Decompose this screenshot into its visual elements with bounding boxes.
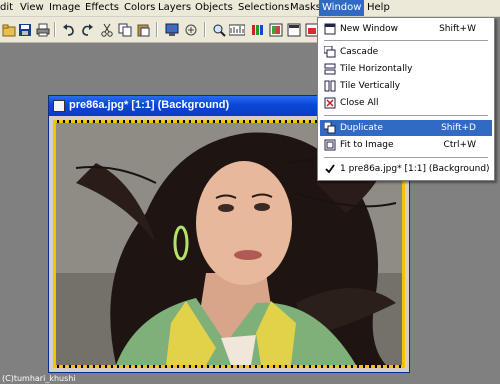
tile-horizontal-icon: [324, 63, 336, 75]
menu-item-label: Cascade: [340, 47, 379, 57]
menu-bar: dit View Image Effects Colors Layers Obj…: [0, 0, 500, 17]
print-icon[interactable]: [34, 21, 51, 38]
window-title: pre86a.jpg* [1:1] (Background): [69, 99, 230, 111]
undo-icon[interactable]: [60, 21, 77, 38]
open-icon[interactable]: [0, 21, 17, 38]
new-window-icon: [324, 23, 336, 35]
cut-icon[interactable]: [98, 21, 115, 38]
color-bars-icon[interactable]: [249, 21, 266, 38]
menu-effects[interactable]: Effects: [85, 2, 119, 16]
menu-item-label: Close All: [340, 98, 379, 108]
cascade-icon: [323, 45, 336, 58]
menu-item-label: New Window: [340, 24, 398, 34]
document-icon: [53, 100, 65, 112]
redo-icon[interactable]: [78, 21, 95, 38]
menu-item-label: Tile Vertically: [340, 81, 401, 91]
full-screen-icon[interactable]: [163, 21, 180, 38]
toolbar-separator: [204, 22, 206, 37]
menu-item-duplicate[interactable]: Duplicate Shift+D: [320, 120, 492, 136]
menu-item-close-all[interactable]: Close All: [320, 95, 492, 111]
menu-item-fit-to-image[interactable]: Fit to Image Ctrl+W: [320, 137, 492, 153]
menu-separator: [324, 157, 488, 158]
menu-view[interactable]: View: [20, 2, 44, 16]
fit-to-image-icon: [324, 139, 336, 151]
save-icon[interactable]: [16, 21, 33, 38]
menu-selections[interactable]: Selections: [238, 2, 289, 16]
menu-item-shortcut: Ctrl+W: [443, 140, 476, 150]
toolbar-separator: [156, 22, 158, 37]
menu-window[interactable]: Window: [319, 0, 365, 16]
menu-objects[interactable]: Objects: [195, 2, 233, 16]
layer-palette-icon[interactable]: [267, 21, 284, 38]
menu-item-open-document[interactable]: 1 pre86a.jpg* [1:1] (Background): [320, 161, 492, 177]
menu-separator: [324, 115, 488, 116]
watermark: (C)tumhari_khushi: [2, 374, 76, 383]
tile-vertical-icon: [324, 80, 336, 92]
menu-item-label: 1 pre86a.jpg* [1:1] (Background): [340, 164, 490, 174]
copy-icon[interactable]: [116, 21, 133, 38]
check-icon: [324, 163, 336, 175]
window-menu-dropdown: New Window Shift+W Cascade Tile Horizont…: [317, 17, 495, 181]
duplicate-icon: [323, 121, 336, 134]
menu-item-label: Duplicate: [340, 123, 383, 133]
menu-item-shortcut: Shift+D: [441, 123, 476, 133]
menu-item-shortcut: Shift+W: [439, 24, 476, 34]
menu-masks[interactable]: Masks: [290, 2, 321, 16]
menu-layers[interactable]: Layers: [158, 2, 191, 16]
menu-separator: [324, 40, 488, 41]
menu-item-cascade[interactable]: Cascade: [320, 44, 492, 60]
histogram-icon[interactable]: [228, 21, 245, 38]
toolbar: [0, 17, 320, 43]
browse-icon[interactable]: [182, 21, 199, 38]
paste-icon[interactable]: [134, 21, 151, 38]
menu-edit[interactable]: dit: [0, 2, 13, 16]
toolbar-separator: [54, 22, 56, 37]
menu-image[interactable]: Image: [49, 2, 80, 16]
menu-colors[interactable]: Colors: [124, 2, 155, 16]
tool-palette-icon[interactable]: [285, 21, 302, 38]
zoom-icon[interactable]: [210, 21, 227, 38]
menu-item-tile-horizontally[interactable]: Tile Horizontally: [320, 61, 492, 77]
menu-item-label: Tile Horizontally: [340, 64, 413, 74]
menu-item-new-window[interactable]: New Window Shift+W: [320, 21, 492, 37]
menu-help[interactable]: Help: [367, 2, 390, 16]
close-all-icon: [324, 97, 336, 109]
menu-item-label: Fit to Image: [340, 140, 394, 150]
menu-item-tile-vertically[interactable]: Tile Vertically: [320, 78, 492, 94]
